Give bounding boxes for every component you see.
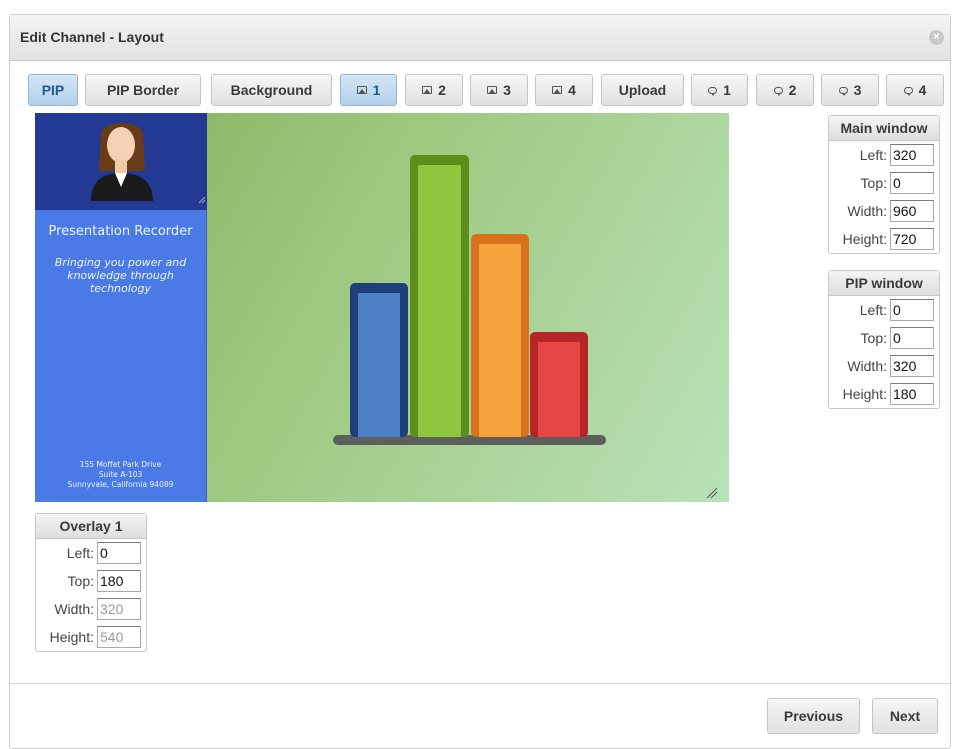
tab-label: Upload xyxy=(618,82,667,98)
field-label: Width: xyxy=(847,203,887,219)
pip-height-input[interactable] xyxy=(890,383,934,405)
overlay-top-input[interactable] xyxy=(97,570,141,592)
tab-label: 2 xyxy=(438,82,446,98)
overlay-width-row: Width: xyxy=(36,595,146,623)
tab-label: 1 xyxy=(372,82,381,98)
tab-label: 3 xyxy=(853,82,862,98)
tab-image-4[interactable]: 4 xyxy=(535,74,593,106)
layout-preview: Presentation Recorder Bringing you power… xyxy=(35,113,729,502)
footer-divider xyxy=(10,683,950,684)
field-label: Top: xyxy=(860,175,887,191)
tab-label: PIP xyxy=(41,82,65,98)
overlay-width-input[interactable] xyxy=(97,598,141,620)
pip-left-input[interactable] xyxy=(890,299,934,321)
field-label: Left: xyxy=(859,147,887,163)
field-label: Top: xyxy=(67,573,94,589)
speech-bubble-icon xyxy=(773,86,783,96)
address-line: Sunnyvale, California 94089 xyxy=(67,480,174,489)
speech-bubble-icon xyxy=(903,86,913,96)
tab-label: Background xyxy=(230,82,313,98)
field-label: Top: xyxy=(860,330,887,346)
tab-caption-3[interactable]: 3 xyxy=(821,74,879,106)
speech-bubble-icon xyxy=(838,86,848,96)
pip-height-row: Height: xyxy=(829,380,939,408)
main-height-row: Height: xyxy=(829,225,939,253)
overlay-title: Presentation Recorder xyxy=(48,224,193,239)
speech-bubble-icon xyxy=(708,86,718,96)
field-label: Height: xyxy=(842,386,887,402)
main-top-input[interactable] xyxy=(890,172,934,194)
main-top-row: Top: xyxy=(829,169,939,197)
pip-window-header: PIP window xyxy=(829,271,939,296)
tab-background[interactable]: Background xyxy=(211,74,332,106)
image-icon xyxy=(552,86,563,94)
field-label: Width: xyxy=(847,358,887,374)
field-label: Left: xyxy=(66,545,94,561)
main-width-input[interactable] xyxy=(890,200,934,222)
dialog-title: Edit Channel - Layout xyxy=(20,29,164,45)
field-label: Height: xyxy=(49,629,94,645)
overlay-1-panel: Overlay 1 Left: Top: Width: Height: xyxy=(35,513,147,652)
field-label: Left: xyxy=(859,302,887,318)
image-icon xyxy=(422,86,433,94)
overlay-1-header: Overlay 1 xyxy=(36,514,146,539)
field-label: Width: xyxy=(54,601,94,617)
main-left-row: Left: xyxy=(829,141,939,169)
tab-image-1[interactable]: 1 xyxy=(340,74,397,106)
tab-label: 3 xyxy=(503,82,511,98)
pip-top-row: Top: xyxy=(829,324,939,352)
dialog-titlebar: Edit Channel - Layout × xyxy=(10,15,950,61)
pip-left-row: Left: xyxy=(829,296,939,324)
overlay-top-row: Top: xyxy=(36,567,146,595)
image-icon xyxy=(356,86,367,94)
tab-pip[interactable]: PIP xyxy=(28,74,78,106)
tab-label: 4 xyxy=(568,82,576,98)
overlay-1-preview[interactable]: Presentation Recorder Bringing you power… xyxy=(35,210,207,502)
tab-label: 2 xyxy=(788,82,797,98)
image-icon xyxy=(487,86,498,94)
tab-caption-4[interactable]: 4 xyxy=(886,74,944,106)
main-window-header: Main window xyxy=(829,116,939,141)
presenter-avatar-icon xyxy=(91,123,206,204)
overlay-left-input[interactable] xyxy=(97,542,141,564)
tab-image-3[interactable]: 3 xyxy=(470,74,528,106)
field-label: Height: xyxy=(842,231,887,247)
address-line: Suite A-103 xyxy=(98,470,143,479)
tab-image-2[interactable]: 2 xyxy=(405,74,463,106)
next-button[interactable]: Next xyxy=(872,698,938,734)
address-line: 155 Moffet Park Drive xyxy=(79,460,162,469)
tab-upload[interactable]: Upload xyxy=(601,74,684,106)
overlay-left-row: Left: xyxy=(36,539,146,567)
tab-label: PIP Border xyxy=(106,82,180,98)
main-left-input[interactable] xyxy=(890,144,934,166)
main-height-input[interactable] xyxy=(890,228,934,250)
tab-caption-1[interactable]: 1 xyxy=(691,74,748,106)
tab-label: 1 xyxy=(723,82,731,98)
tab-label: 4 xyxy=(918,82,927,98)
previous-button[interactable]: Previous xyxy=(767,698,860,734)
overlay-tagline: Bringing you power and knowledge through… xyxy=(54,256,187,295)
pip-top-input[interactable] xyxy=(890,327,934,349)
overlay-height-input[interactable] xyxy=(97,626,141,648)
pip-window-preview[interactable] xyxy=(35,113,207,210)
edit-channel-dialog: Edit Channel - Layout × PIP PIP Border B… xyxy=(9,14,951,749)
pip-width-input[interactable] xyxy=(890,355,934,377)
tab-caption-2[interactable]: 2 xyxy=(756,74,814,106)
pip-window-panel: PIP window Left: Top: Width: Height: xyxy=(828,270,940,409)
tab-pip-border[interactable]: PIP Border xyxy=(85,74,201,106)
close-icon[interactable]: × xyxy=(929,30,944,45)
main-width-row: Width: xyxy=(829,197,939,225)
overlay-height-row: Height: xyxy=(36,623,146,651)
main-window-panel: Main window Left: Top: Width: Height: xyxy=(828,115,940,254)
overlay-address: 155 Moffet Park Drive Suite A-103 Sunnyv… xyxy=(35,460,206,490)
pip-width-row: Width: xyxy=(829,352,939,380)
